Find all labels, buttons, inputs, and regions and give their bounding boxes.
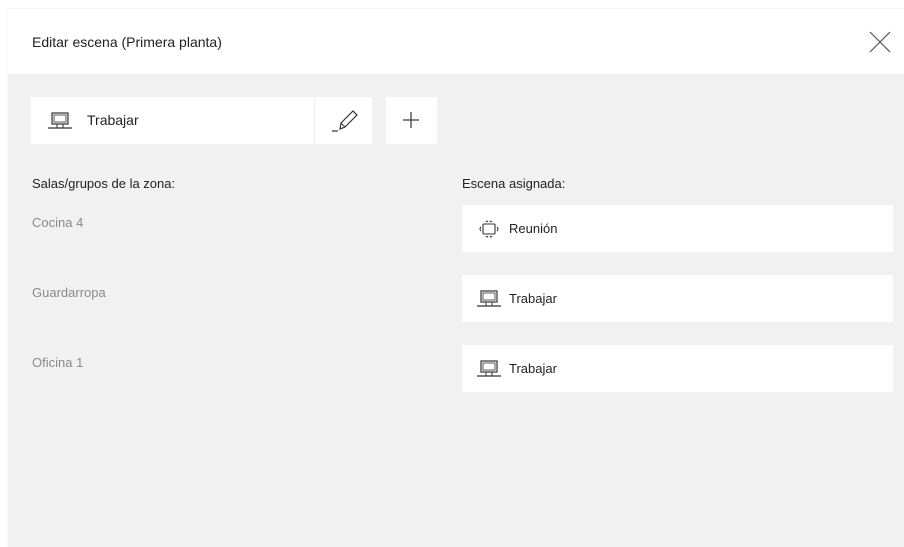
edit-scene-dialog: Editar escena (Primera planta) Trabajar	[8, 9, 904, 547]
plus-icon	[403, 112, 419, 128]
scene-column-header: Escena asignada:	[462, 176, 566, 191]
assigned-scene-label: Reunión	[509, 221, 558, 236]
room-name: Oficina 1	[32, 355, 84, 370]
assigned-scene-select[interactable]: Trabajar	[462, 345, 893, 392]
rooms-column-header: Salas/grupos de la zona:	[32, 176, 176, 191]
laptop-icon	[477, 290, 501, 307]
laptop-icon	[477, 360, 501, 377]
assigned-scene-label: Trabajar	[509, 361, 557, 376]
close-button[interactable]	[869, 31, 891, 53]
pencil-icon	[332, 110, 358, 132]
laptop-icon	[48, 112, 72, 129]
meeting-table-icon	[479, 220, 499, 238]
assigned-scene-label: Trabajar	[509, 291, 557, 306]
dialog-header: Editar escena (Primera planta)	[8, 9, 904, 74]
assigned-scene-select[interactable]: Reunión	[462, 205, 893, 252]
edit-scene-button[interactable]	[315, 97, 372, 144]
scene-selector[interactable]: Trabajar	[31, 97, 314, 144]
dialog-title: Editar escena (Primera planta)	[32, 34, 222, 50]
room-name: Guardarropa	[32, 285, 106, 300]
add-scene-button[interactable]	[386, 97, 437, 144]
close-icon[interactable]	[869, 31, 891, 53]
assigned-scene-select[interactable]: Trabajar	[462, 275, 893, 322]
scene-selector-value: Trabajar	[87, 112, 139, 128]
room-name: Cocina 4	[32, 215, 84, 230]
